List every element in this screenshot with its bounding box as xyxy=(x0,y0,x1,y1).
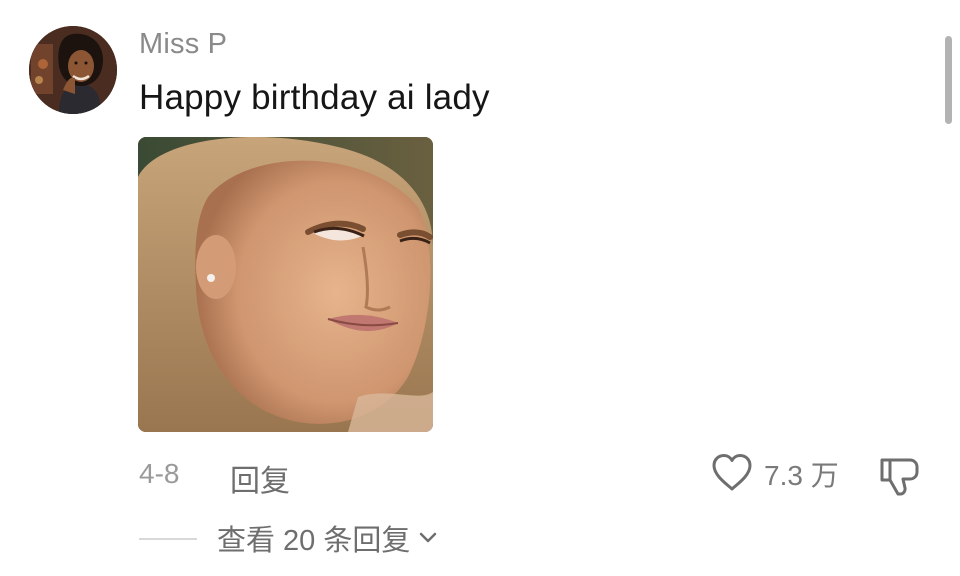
dislike-button[interactable] xyxy=(876,450,924,498)
avatar[interactable] xyxy=(29,26,117,114)
comment-image[interactable] xyxy=(138,137,433,432)
heart-outline-icon xyxy=(710,452,754,497)
reply-button[interactable]: 回复 xyxy=(230,456,290,500)
avatar-image xyxy=(29,26,117,114)
chevron-down-icon xyxy=(418,531,438,550)
crying-face-image xyxy=(138,137,433,432)
comment-text: Happy birthday ai lady xyxy=(139,78,490,117)
username[interactable]: Miss P xyxy=(139,28,227,61)
thumbs-down-outline-icon xyxy=(876,458,924,502)
comment-date: 4-8 xyxy=(139,458,180,489)
view-replies-button[interactable]: 查看 20 条回复 xyxy=(217,517,438,559)
like-count: 7.3 万 xyxy=(764,460,839,491)
comment-item: Miss P Happy birthday ai lady 4-8 回复 7.3… xyxy=(0,0,960,576)
view-replies-label: 查看 20 条回复 xyxy=(217,525,411,557)
scrollbar[interactable] xyxy=(945,36,952,124)
replies-divider xyxy=(139,538,197,540)
like-button[interactable]: 7.3 万 xyxy=(710,452,839,496)
